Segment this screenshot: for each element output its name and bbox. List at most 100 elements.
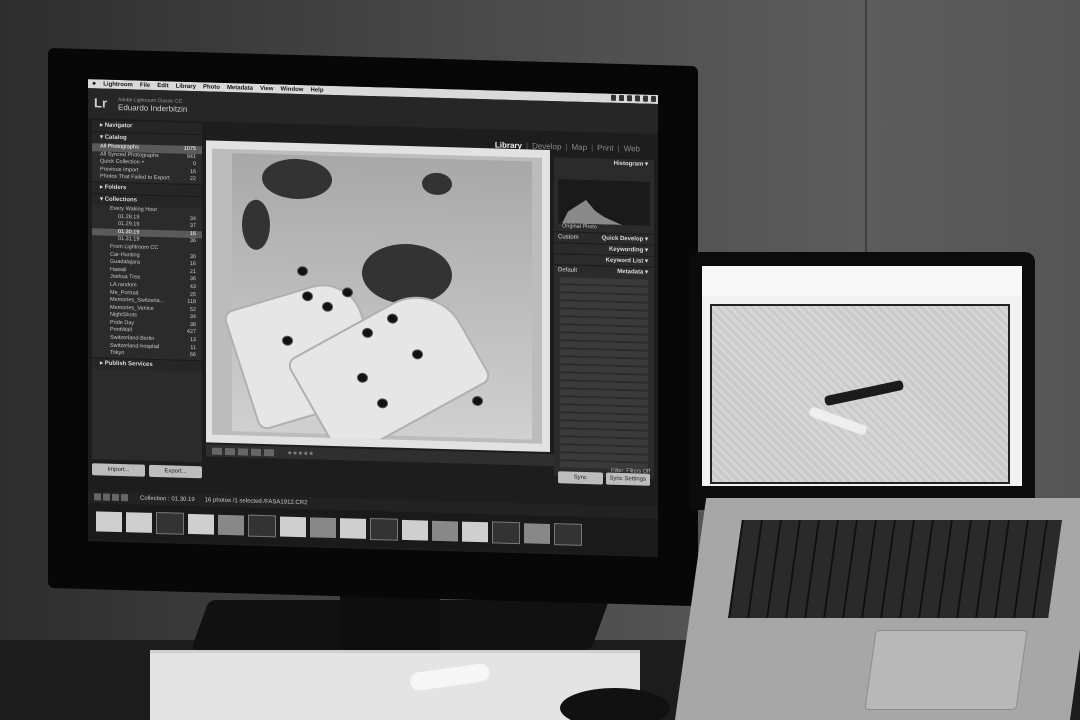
laptop-screen — [702, 266, 1022, 486]
metadata-field[interactable] — [560, 364, 648, 374]
metadata-field[interactable] — [560, 292, 648, 302]
filmstrip-thumb[interactable] — [96, 511, 122, 533]
filmstrip-thumb[interactable] — [126, 512, 152, 533]
import-export-buttons: Import... Export... — [92, 463, 202, 479]
menu-help[interactable]: Help — [310, 87, 323, 93]
apple-icon[interactable]: ● — [92, 80, 96, 87]
survey-view-icon[interactable] — [251, 448, 261, 456]
filmstrip-thumb[interactable] — [340, 518, 366, 539]
laptop-trackpad[interactable] — [864, 630, 1028, 710]
olive — [322, 301, 333, 312]
user-name: Eduardo Inderbitzin — [118, 102, 188, 114]
laptop-lid — [690, 252, 1035, 510]
metadata-field[interactable] — [560, 276, 648, 286]
menu-window[interactable]: Window — [281, 86, 304, 93]
battery-icon[interactable] — [643, 95, 648, 102]
wifi-icon[interactable] — [635, 95, 640, 102]
grid-view-icon[interactable] — [212, 447, 222, 455]
filmstrip-thumb[interactable] — [492, 521, 520, 545]
search-icon[interactable] — [651, 95, 656, 102]
mouse — [560, 688, 670, 720]
filmstrip-thumb[interactable] — [554, 523, 582, 546]
filmstrip-thumb[interactable] — [524, 523, 550, 545]
filter-control[interactable]: Filter: Filters Off — [611, 468, 650, 475]
metadata-field[interactable] — [560, 308, 648, 318]
metadata-field[interactable] — [560, 284, 648, 294]
metadata-field[interactable] — [560, 372, 648, 382]
menu-edit[interactable]: Edit — [157, 83, 168, 89]
filmstrip-thumb[interactable] — [462, 521, 488, 543]
metadata-field[interactable] — [560, 356, 648, 366]
module-separator: | — [617, 143, 620, 153]
compare-view-icon[interactable] — [238, 447, 248, 456]
metadata-field[interactable] — [560, 380, 648, 390]
histogram-graph — [558, 179, 650, 226]
olive — [377, 398, 388, 409]
metadata-field[interactable] — [560, 300, 648, 310]
filmstrip-thumb[interactable] — [370, 517, 398, 541]
publish-services-header[interactable]: ▸ Publish Services — [92, 357, 202, 373]
sync-button[interactable]: Sync — [558, 470, 603, 485]
metadata-field[interactable] — [560, 428, 648, 438]
laptop-photo — [710, 304, 1010, 484]
filmstrip-source[interactable]: Collection : 01.30.19 — [140, 496, 195, 504]
metadata-field[interactable] — [560, 452, 648, 462]
back-arrow-icon[interactable] — [112, 493, 119, 501]
metadata-field[interactable] — [560, 340, 648, 350]
module-map[interactable]: Map — [572, 143, 588, 152]
status-icon[interactable] — [611, 94, 616, 101]
metadata-field[interactable] — [560, 396, 648, 406]
people-view-icon[interactable] — [264, 448, 274, 456]
menu-file[interactable]: File — [140, 82, 150, 88]
filmstrip-thumb[interactable] — [156, 512, 184, 535]
filmstrip-thumb[interactable] — [188, 513, 214, 535]
preset-select[interactable]: Custom — [554, 232, 579, 243]
loupe-view-icon[interactable] — [225, 447, 235, 455]
olive — [342, 287, 353, 298]
left-panel: ▸ Navigator ▾ Catalog All Photographs 107… — [92, 119, 202, 463]
filmstrip-thumb[interactable] — [280, 516, 306, 538]
grease-stain — [242, 199, 270, 251]
status-icon[interactable] — [627, 95, 632, 102]
metadata-field[interactable] — [560, 404, 648, 414]
loupe-view[interactable] — [206, 140, 550, 453]
module-print[interactable]: Print — [597, 143, 613, 152]
filmstrip-thumb[interactable] — [402, 519, 428, 541]
histogram-header[interactable]: Histogram ▾ — [554, 156, 654, 170]
filmstrip-nav — [94, 492, 130, 503]
metadata-field[interactable] — [560, 436, 648, 446]
rating-stars[interactable]: ★★★★★ — [287, 449, 314, 457]
forward-arrow-icon[interactable] — [121, 493, 128, 501]
filmstrip-thumb[interactable] — [310, 517, 336, 539]
status-icon[interactable] — [619, 94, 624, 102]
olive — [412, 349, 423, 360]
metadata-field[interactable] — [560, 420, 648, 430]
histogram-curve — [562, 193, 622, 225]
olive — [297, 265, 308, 277]
metadata-field[interactable] — [560, 316, 648, 326]
menu-lightroom[interactable]: Lightroom — [103, 81, 133, 88]
import-button[interactable]: Import... — [92, 463, 145, 477]
olive — [302, 291, 313, 302]
export-button[interactable]: Export... — [149, 464, 202, 479]
filmstrip-thumb[interactable] — [218, 514, 244, 536]
photo-pizza — [212, 148, 542, 444]
monitor-icon[interactable] — [94, 492, 101, 500]
metadata-field[interactable] — [560, 444, 648, 454]
metadata-field[interactable] — [560, 324, 648, 334]
menu-view[interactable]: View — [260, 85, 274, 91]
metadata-preset-select[interactable]: Default — [554, 265, 577, 276]
laptop-keyboard[interactable] — [728, 520, 1062, 618]
menu-photo[interactable]: Photo — [203, 84, 220, 90]
module-web[interactable]: Web — [624, 144, 640, 153]
filmstrip-thumb[interactable] — [432, 520, 458, 542]
menu-library[interactable]: Library — [176, 83, 196, 90]
metadata-field[interactable] — [560, 412, 648, 422]
metadata-field[interactable] — [560, 348, 648, 358]
metadata-field[interactable] — [560, 388, 648, 398]
filmstrip-thumb[interactable] — [248, 514, 276, 538]
external-monitor: ● Lightroom File Edit Library Photo Meta… — [48, 48, 698, 607]
metadata-field[interactable] — [560, 332, 648, 342]
menu-metadata[interactable]: Metadata — [227, 84, 253, 91]
grid-icon[interactable] — [103, 493, 110, 501]
